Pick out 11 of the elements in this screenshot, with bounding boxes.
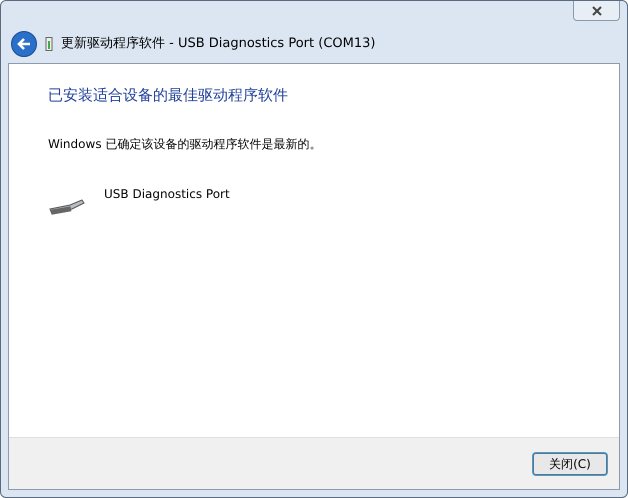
heading: 已安装适合设备的最佳驱动程序软件	[48, 85, 289, 106]
back-button[interactable]	[11, 31, 37, 57]
port-icon	[48, 196, 86, 214]
window-title: 更新驱动程序软件 - USB Diagnostics Port (COM13)	[61, 35, 376, 54]
device-icon	[45, 37, 53, 51]
device-name: USB Diagnostics Port	[104, 186, 230, 202]
close-icon	[590, 6, 602, 16]
close-dialog-button[interactable]: 关闭(C)	[533, 452, 607, 474]
close-button[interactable]	[573, 1, 620, 21]
back-arrow-icon	[16, 37, 32, 51]
message-text: Windows 已确定该设备的驱动程序软件是最新的。	[48, 136, 322, 152]
